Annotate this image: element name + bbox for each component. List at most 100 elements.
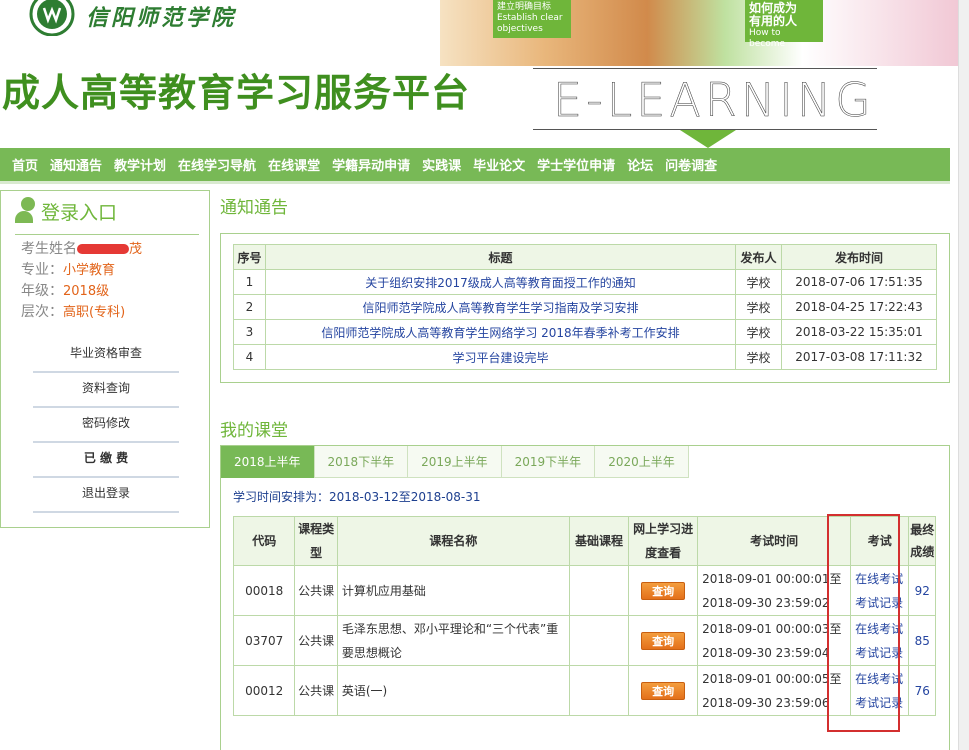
tile-text: 有用的人 [749,14,798,28]
nav-item-online-class[interactable]: 在线课堂 [262,155,326,174]
grade-label: 年级： [21,283,63,299]
nav-item-teaching-plan[interactable]: 教学计划 [108,155,172,174]
col-time: 发布时间 [781,244,937,270]
exam-time-end: 2018-09-30 23:59:04 [702,645,830,660]
exam-links: 在线考试 考试记录 [850,565,910,616]
nav-item-home[interactable]: 首页 [6,155,44,174]
query-button[interactable]: 查询 [641,681,686,700]
student-name-row: 考生姓名 茂 [21,238,142,258]
notice-time: 2018-03-22 15:35:01 [781,319,937,345]
tile-text-en: How to become [749,28,786,49]
exam-record-link[interactable]: 考试记录 [855,591,908,615]
col-type: 课程类型 [294,516,338,566]
tile-text: 建立明确目标 [497,2,552,12]
notice-time: 2018-07-06 17:51:35 [781,269,937,295]
course-name: 毛泽东思想、邓小平理论和“三个代表”重要思想概论 [336,615,570,666]
notice-no: 1 [233,269,266,295]
elearning-text: E-LEARNING [553,73,875,128]
final-score: 92 [908,565,936,616]
table-row: 00018 公共课 计算机应用基础 查询 2018-09-01 00:00:01… [232,565,936,616]
tab-2018-first-half[interactable]: 2018上半年 [221,446,315,478]
semester-tabs: 2018上半年 2018下半年 2019上半年 2019下半年 2020上半年 [221,446,689,478]
course-type: 公共课 [294,615,338,666]
exam-time: 2018-09-01 00:00:01至 2018-09-30 23:59:02 [697,565,852,616]
nav-item-forum[interactable]: 论坛 [621,155,659,174]
exam-links: 在线考试 考试记录 [850,615,910,666]
notice-no: 3 [233,319,266,345]
nav-item-thesis[interactable]: 毕业论文 [467,155,531,174]
exam-time-end: 2018-09-30 23:59:02 [702,595,830,610]
banner-tile-useful: 如何成为 有用的人 How to become [745,0,823,49]
nav-item-notices[interactable]: 通知通告 [44,155,108,174]
notice-title-link[interactable]: 信阳师范学院成人高等教育学生学习指南及学习安排 [265,294,736,320]
classroom-section-title: 我的课堂 [220,421,288,441]
query-button[interactable]: 查询 [641,631,686,650]
online-exam-link[interactable]: 在线考试 [855,667,908,691]
course-basic [568,615,630,666]
login-title: 登录入口 [41,201,118,224]
notices-section-title: 通知通告 [220,198,288,218]
final-score: 85 [908,615,936,666]
nav-item-survey[interactable]: 问卷调查 [659,155,723,174]
grade-row: 年级：2018级 [21,280,109,300]
banner-decoration [680,130,736,148]
course-code: 00018 [232,565,296,616]
course-type: 公共课 [294,565,338,616]
exam-links: 在线考试 考试记录 [850,665,910,716]
tab-2020-first-half[interactable]: 2020上半年 [595,446,689,478]
notice-title-link[interactable]: 学习平台建设完毕 [265,344,736,370]
notices-table: 序号 标题 发布人 发布时间 1 关于组织安排2017级成人高等教育面授工作的通… [233,244,937,370]
tab-2018-second-half[interactable]: 2018下半年 [314,446,409,478]
user-icon [13,197,39,225]
col-exam: 考试 [850,516,910,566]
elearning-logo: E-LEARNING [533,68,877,130]
menu-paid[interactable]: 已 缴 费 [33,444,179,478]
notice-publisher: 学校 [735,294,782,320]
course-basic [568,565,630,616]
exam-record-link[interactable]: 考试记录 [855,641,908,665]
level-value: 高职(专科) [63,305,126,320]
course-type: 公共课 [294,665,338,716]
course-table: 代码 课程类型 课程名称 基础课程 网上学习进度查看 考试时间 考试 最终成绩 … [232,516,936,716]
divider [15,234,199,235]
school-name: 信阳师范学院 [86,5,237,31]
tab-2019-second-half[interactable]: 2019下半年 [501,446,596,478]
notice-time: 2017-03-08 17:11:32 [781,344,937,370]
major-label: 专业： [21,262,63,278]
menu-logout[interactable]: 退出登录 [33,479,179,513]
name-label: 考生姓名 [21,241,77,257]
online-exam-link[interactable]: 在线考试 [855,567,908,591]
menu-data-query[interactable]: 资料查询 [33,374,179,408]
notice-title-link[interactable]: 关于组织安排2017级成人高等教育面授工作的通知 [265,269,736,295]
progress-cell: 查询 [628,665,699,716]
tab-2019-first-half[interactable]: 2019上半年 [408,446,502,478]
query-button[interactable]: 查询 [641,581,686,600]
table-row: 1 关于组织安排2017级成人高等教育面授工作的通知 学校 2018-07-06… [233,269,937,295]
online-exam-link[interactable]: 在线考试 [855,617,908,641]
login-sidebar: 登录入口 考生姓名 茂 专业：小学教育 年级：2018级 层次：高职(专科) 毕业… [0,190,210,528]
menu-graduation-review[interactable]: 毕业资格审查 [33,339,179,373]
table-row: 3 信阳师范学院成人高等教育学生网络学习 2018年春季补考工作安排 学校 20… [233,319,937,345]
nav-item-status-change[interactable]: 学籍异动申请 [326,155,416,174]
course-basic [568,665,630,716]
col-title: 标题 [265,244,736,270]
col-exam-time: 考试时间 [697,516,852,566]
nav-item-practice[interactable]: 实践课 [416,155,467,174]
platform-title: 成人高等教育学习服务平台 [2,71,471,115]
nav-item-degree[interactable]: 学士学位申请 [531,155,621,174]
page-scrollbar[interactable] [958,0,969,750]
col-publisher: 发布人 [735,244,782,270]
nav-item-study-guide[interactable]: 在线学习导航 [172,155,262,174]
course-code: 03707 [232,615,296,666]
exam-time-start: 2018-09-01 00:00:03至 [702,621,842,636]
notice-no: 4 [233,344,266,370]
exam-record-link[interactable]: 考试记录 [855,691,908,715]
menu-change-password[interactable]: 密码修改 [33,409,179,443]
study-time-range: 学习时间安排为：2018-03-12至2018-08-31 [233,490,481,504]
notice-publisher: 学校 [735,319,782,345]
table-header-row: 序号 标题 发布人 发布时间 [233,244,937,270]
final-score: 76 [908,665,936,716]
table-row: 4 学习平台建设完毕 学校 2017-03-08 17:11:32 [233,344,937,370]
level-row: 层次：高职(专科) [21,301,125,321]
notice-title-link[interactable]: 信阳师范学院成人高等教育学生网络学习 2018年春季补考工作安排 [265,319,736,345]
